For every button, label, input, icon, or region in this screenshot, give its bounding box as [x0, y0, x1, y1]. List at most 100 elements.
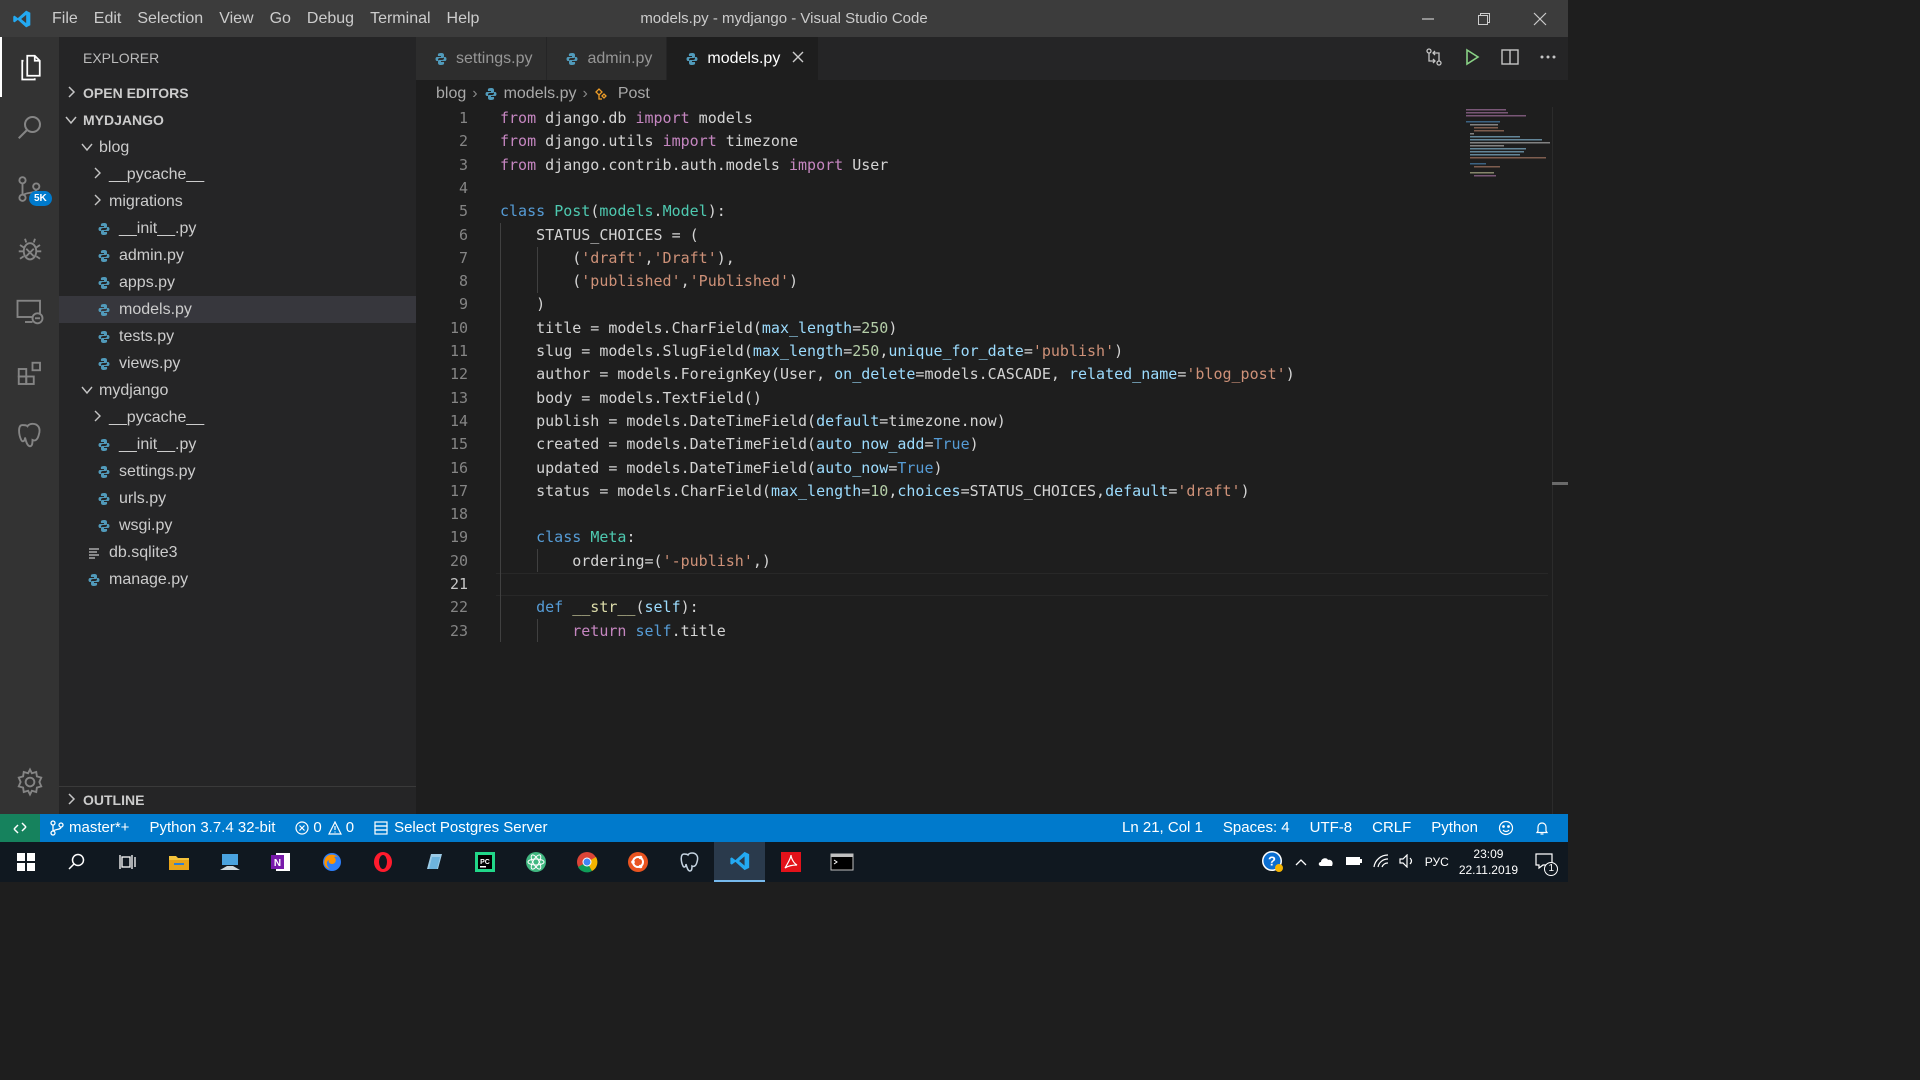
menu-edit[interactable]: Edit: [86, 0, 130, 37]
battery-icon[interactable]: [1345, 855, 1363, 870]
menu-debug[interactable]: Debug: [299, 0, 362, 37]
search-icon[interactable]: [0, 97, 59, 157]
outline-section[interactable]: OUTLINE: [59, 787, 416, 814]
editor-scrollbar[interactable]: [1552, 107, 1568, 814]
tree-file[interactable]: manage.py: [59, 566, 416, 593]
remote-indicator-icon[interactable]: [0, 814, 40, 842]
status-bar: master*+ Python 3.7.4 32-bit 0 0 Select …: [0, 814, 1568, 842]
python-interpreter[interactable]: Python 3.7.4 32-bit: [139, 814, 285, 842]
action-center-icon[interactable]: 1: [1534, 851, 1558, 876]
notepad-icon[interactable]: [408, 842, 459, 882]
wifi-icon[interactable]: [1373, 853, 1389, 871]
breadcrumb-file[interactable]: models.py: [504, 85, 577, 103]
menu-go[interactable]: Go: [262, 0, 299, 37]
tab-models-py[interactable]: models.py: [667, 37, 820, 80]
atom-icon[interactable]: [510, 842, 561, 882]
tree-folder[interactable]: __pycache__: [59, 404, 416, 431]
remote-explorer-icon[interactable]: [0, 282, 59, 342]
tree-file[interactable]: views.py: [59, 350, 416, 377]
encoding[interactable]: UTF-8: [1300, 814, 1363, 842]
close-tab-icon[interactable]: [792, 50, 804, 68]
vscode-taskbar-icon[interactable]: [714, 842, 765, 882]
chevron-up-icon[interactable]: [1295, 855, 1307, 869]
help-icon[interactable]: ?: [1261, 850, 1283, 875]
menu-help[interactable]: Help: [439, 0, 488, 37]
feedback-smiley-icon[interactable]: [1488, 820, 1524, 836]
tree-file[interactable]: tests.py: [59, 323, 416, 350]
pgadmin-icon[interactable]: [663, 842, 714, 882]
language-mode[interactable]: Python: [1421, 814, 1488, 842]
indentation[interactable]: Spaces: 4: [1213, 814, 1300, 842]
tree-file[interactable]: settings.py: [59, 458, 416, 485]
breadcrumb-symbol[interactable]: Post: [618, 85, 650, 103]
tree-folder[interactable]: mydjango: [59, 377, 416, 404]
tree-file[interactable]: admin.py: [59, 242, 416, 269]
clock[interactable]: 23:09 22.11.2019: [1459, 846, 1518, 878]
open-editors-section[interactable]: OPEN EDITORS: [59, 80, 416, 107]
tree-file[interactable]: __init__.py: [59, 215, 416, 242]
settings-gear-icon[interactable]: [0, 752, 59, 812]
terminal-icon[interactable]: [816, 842, 867, 882]
explorer-icon[interactable]: [0, 37, 59, 97]
tab-settings-py[interactable]: settings.py: [416, 37, 548, 80]
search-icon[interactable]: [51, 842, 102, 882]
code-token: =: [852, 318, 862, 337]
tree-file[interactable]: db.sqlite3: [59, 539, 416, 566]
menu-view[interactable]: View: [211, 0, 261, 37]
tree-file[interactable]: apps.py: [59, 269, 416, 296]
firefox-icon[interactable]: [306, 842, 357, 882]
menu-selection[interactable]: Selection: [129, 0, 211, 37]
notifications-bell-icon[interactable]: [1524, 820, 1560, 836]
pycharm-icon[interactable]: PC: [459, 842, 510, 882]
chevron-down-icon: [79, 377, 95, 404]
compare-changes-icon[interactable]: [1424, 47, 1444, 71]
tree-file[interactable]: wsgi.py: [59, 512, 416, 539]
onenote-icon[interactable]: N: [255, 842, 306, 882]
extensions-icon[interactable]: [0, 344, 59, 404]
line-code: title = models.CharField(max_length=250): [500, 317, 897, 340]
ubuntu-icon[interactable]: [612, 842, 663, 882]
postgres-server-status[interactable]: Select Postgres Server: [364, 814, 557, 842]
source-control-icon[interactable]: [0, 159, 59, 219]
onedrive-cloud-icon[interactable]: [1317, 855, 1335, 870]
run-python-file-icon[interactable]: [1462, 47, 1482, 71]
tree-file[interactable]: models.py: [59, 296, 416, 323]
code-editor[interactable]: 1 from django.db import models 2 from djang…: [416, 107, 1552, 814]
tree-folder[interactable]: migrations: [59, 188, 416, 215]
breadcrumb-folder[interactable]: blog: [436, 85, 466, 103]
line-ending[interactable]: CRLF: [1362, 814, 1421, 842]
menu-terminal[interactable]: Terminal: [362, 0, 438, 37]
tree-file[interactable]: urls.py: [59, 485, 416, 512]
line-number: 18: [449, 505, 468, 524]
connect-icon[interactable]: [204, 842, 255, 882]
split-editor-icon[interactable]: [1500, 47, 1520, 71]
chrome-icon[interactable]: [561, 842, 612, 882]
debug-icon[interactable]: [0, 220, 59, 280]
windows-start-icon[interactable]: [0, 842, 51, 882]
restore-button[interactable]: [1456, 0, 1512, 37]
branch-label: master*+: [69, 819, 130, 836]
minimize-button[interactable]: [1400, 0, 1456, 37]
windows-taskbar: N PC ? РУС 23:09 22.11.2019 1: [0, 842, 1568, 882]
cursor-position[interactable]: Ln 21, Col 1: [1112, 814, 1213, 842]
tree-item-label: manage.py: [109, 571, 189, 588]
task-view-icon[interactable]: [102, 842, 153, 882]
file-explorer-icon[interactable]: [153, 842, 204, 882]
volume-icon[interactable]: [1399, 853, 1415, 871]
acrobat-icon[interactable]: [765, 842, 816, 882]
postgres-elephant-icon[interactable]: [0, 405, 59, 465]
tree-folder[interactable]: __pycache__: [59, 161, 416, 188]
menu-file[interactable]: File: [44, 0, 86, 37]
more-actions-icon[interactable]: [1538, 47, 1558, 71]
tab-admin-py[interactable]: admin.py: [547, 37, 668, 80]
tree-file[interactable]: __init__.py: [59, 431, 416, 458]
project-section[interactable]: MYDJANGO: [59, 107, 416, 134]
close-window-button[interactable]: [1512, 0, 1568, 37]
opera-icon[interactable]: [357, 842, 408, 882]
keyboard-language[interactable]: РУС: [1425, 855, 1449, 869]
problems-status[interactable]: 0 0: [285, 814, 364, 842]
branch-status[interactable]: master*+: [40, 814, 139, 842]
tree-folder[interactable]: blog: [59, 134, 416, 161]
minimap[interactable]: [1464, 107, 1550, 187]
